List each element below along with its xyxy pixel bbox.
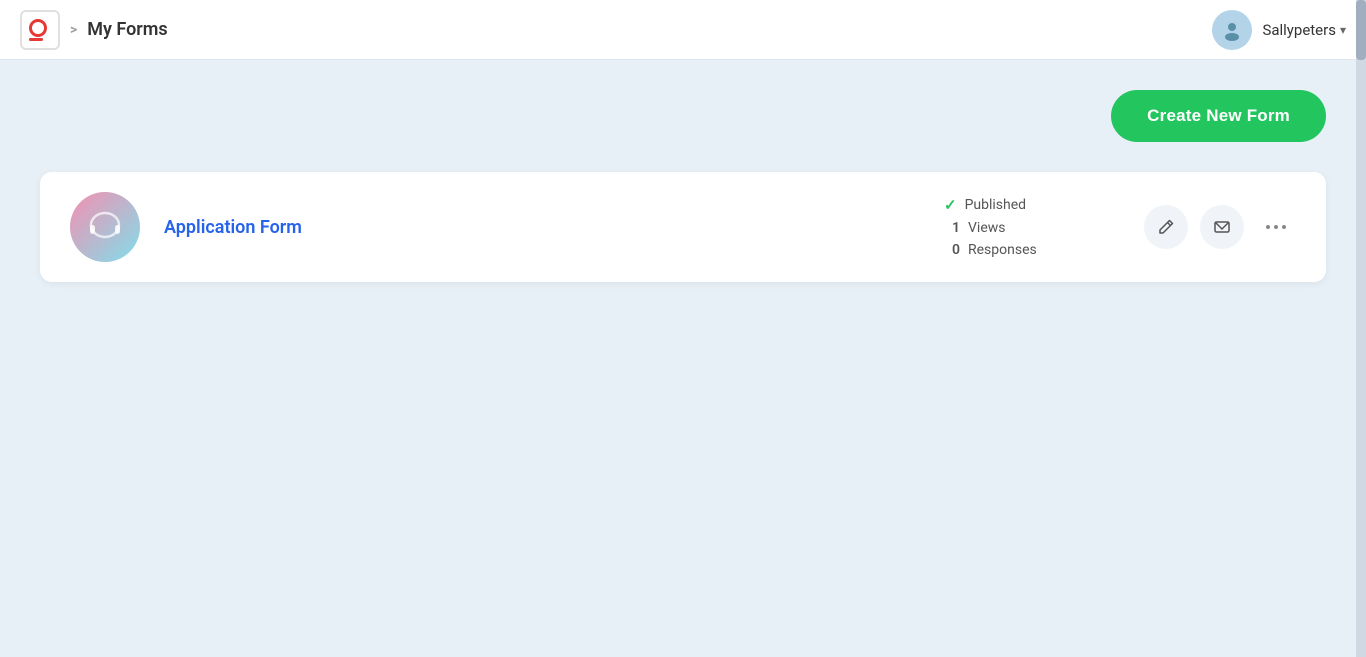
scrollbar-track[interactable] bbox=[1356, 0, 1366, 657]
more-options-button[interactable] bbox=[1256, 214, 1296, 240]
email-icon bbox=[1213, 218, 1231, 236]
published-status-row: ✓ Published bbox=[944, 196, 1104, 214]
views-count: 1 bbox=[944, 220, 960, 236]
email-button[interactable] bbox=[1200, 205, 1244, 249]
responses-count: 0 bbox=[944, 242, 960, 258]
create-btn-row: Create New Form bbox=[40, 90, 1326, 142]
check-icon: ✓ bbox=[944, 196, 957, 214]
header: > My Forms Sallypeters ▾ bbox=[0, 0, 1366, 60]
logo-circle bbox=[29, 19, 47, 37]
header-right: Sallypeters ▾ bbox=[1212, 10, 1346, 50]
form-actions bbox=[1144, 205, 1296, 249]
dropdown-arrow-icon: ▾ bbox=[1340, 23, 1346, 37]
username-text: Sallypeters bbox=[1262, 21, 1336, 39]
logo-bar bbox=[29, 38, 43, 41]
breadcrumb-separator: > bbox=[70, 22, 77, 38]
avatar[interactable] bbox=[1212, 10, 1252, 50]
logo-graphic bbox=[29, 19, 51, 41]
views-row: 1 Views bbox=[944, 220, 1104, 236]
views-label: Views bbox=[968, 220, 1006, 236]
edit-icon bbox=[1157, 218, 1175, 236]
published-label: Published bbox=[965, 197, 1026, 213]
app-logo[interactable] bbox=[20, 10, 60, 50]
responses-row: 0 Responses bbox=[944, 242, 1104, 258]
headphones-icon bbox=[83, 205, 127, 249]
create-new-form-button[interactable]: Create New Form bbox=[1111, 90, 1326, 142]
form-thumbnail bbox=[70, 192, 140, 262]
form-card: Application Form ✓ Published 1 Views 0 R… bbox=[40, 172, 1326, 282]
form-stats: ✓ Published 1 Views 0 Responses bbox=[944, 196, 1104, 258]
username-display[interactable]: Sallypeters ▾ bbox=[1262, 21, 1346, 39]
main-content: Create New Form Application Form ✓ Publi… bbox=[0, 60, 1366, 312]
form-name[interactable]: Application Form bbox=[164, 217, 944, 238]
header-left: > My Forms bbox=[20, 10, 168, 50]
scrollbar-thumb[interactable] bbox=[1356, 0, 1366, 60]
responses-label: Responses bbox=[968, 242, 1037, 258]
more-options-icon bbox=[1264, 218, 1288, 236]
breadcrumb-title: My Forms bbox=[87, 19, 167, 40]
edit-button[interactable] bbox=[1144, 205, 1188, 249]
